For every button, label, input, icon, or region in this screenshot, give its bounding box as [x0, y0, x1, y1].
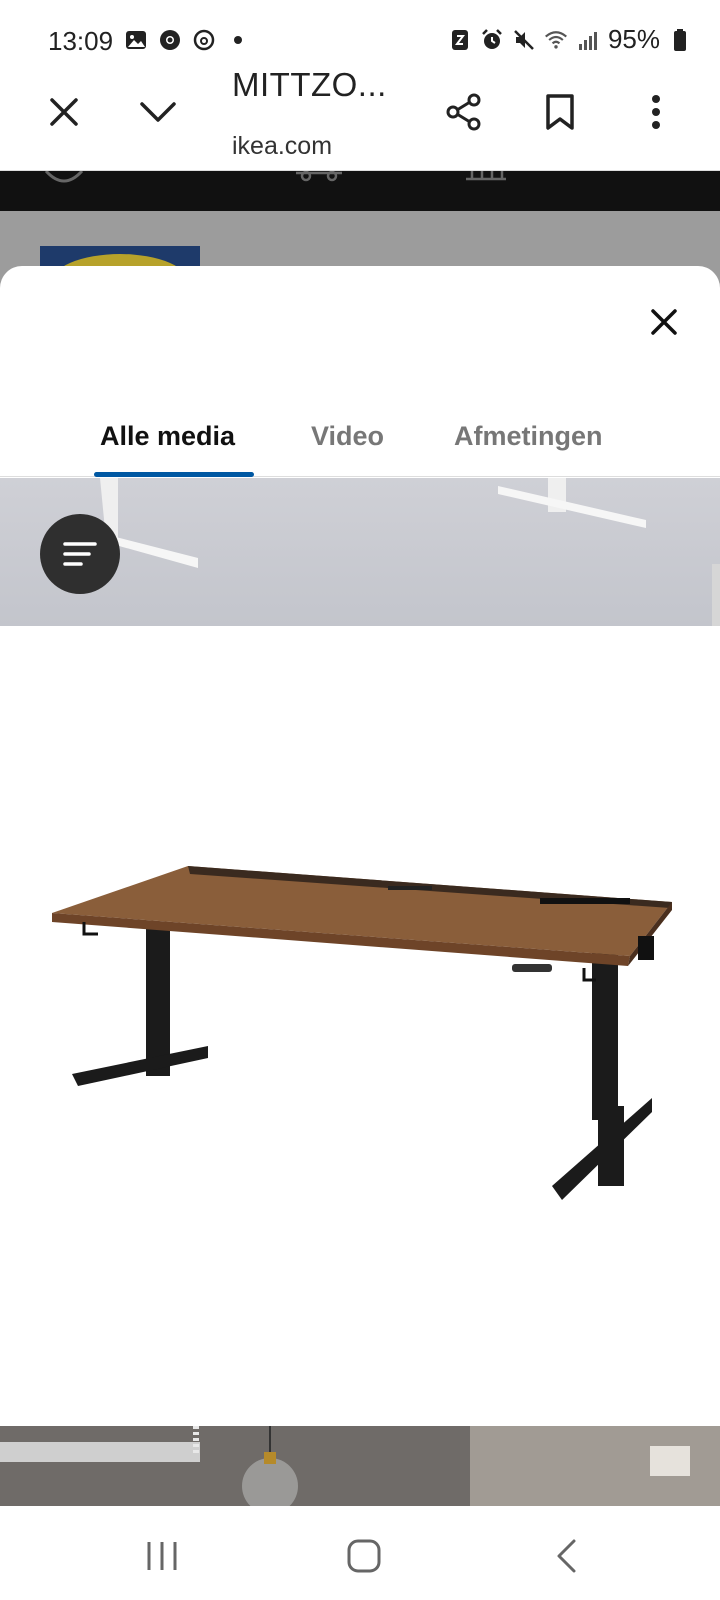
browser-toolbar: MITTZO... ikea.com	[0, 66, 720, 171]
bookmark-icon	[546, 94, 574, 130]
mute-icon	[512, 28, 536, 52]
active-tab-indicator	[94, 472, 254, 477]
system-icons: 95%	[448, 24, 692, 55]
more-vert-icon	[652, 95, 660, 129]
threads-icon	[192, 28, 216, 52]
media-tabs: Alle media Video Afmetingen	[0, 406, 720, 477]
close-gallery-button[interactable]	[636, 294, 692, 350]
system-nav-bar	[0, 1506, 720, 1600]
back-icon	[557, 1539, 576, 1573]
store-icon	[466, 171, 506, 181]
close-icon	[651, 309, 677, 335]
share-button[interactable]	[436, 84, 492, 140]
minimize-button[interactable]	[130, 84, 186, 140]
dot-icon	[226, 28, 250, 52]
battery-icon	[668, 28, 692, 52]
filter-list-icon	[63, 542, 97, 566]
media-image-3[interactable]	[0, 1426, 720, 1506]
recents-icon	[147, 1542, 177, 1570]
share-icon	[446, 93, 481, 131]
battery-percentage: 95%	[607, 24, 660, 54]
close-icon	[50, 98, 78, 126]
nfc-icon	[448, 28, 472, 52]
gallery-icon	[124, 28, 148, 52]
chevron-down-icon	[140, 102, 176, 122]
recents-button[interactable]	[132, 1526, 192, 1586]
status-time: 13:09	[48, 26, 114, 56]
media-image-2[interactable]	[0, 626, 720, 1426]
tab-afmetingen[interactable]: Afmetingen	[454, 406, 603, 466]
page-domain: ikea.com	[232, 132, 333, 160]
filter-button[interactable]	[40, 514, 120, 594]
page-title: MITTZO...	[232, 66, 387, 103]
tab-alle-media[interactable]: Alle media	[100, 406, 235, 466]
home-icon	[347, 1539, 381, 1573]
home-button[interactable]	[334, 1526, 394, 1586]
alarm-icon	[480, 28, 504, 52]
tab-video[interactable]: Video	[311, 406, 384, 466]
chrome-icon	[158, 28, 182, 52]
globe-icon	[44, 171, 84, 183]
media-gallery-sheet: Alle media Video Afmetingen	[0, 266, 720, 1506]
media-image-1[interactable]	[0, 478, 720, 626]
bookmark-button[interactable]	[532, 84, 588, 140]
more-options-button[interactable]	[628, 84, 684, 140]
site-top-bar	[0, 171, 720, 211]
notification-icons	[124, 28, 250, 52]
wifi-icon	[544, 28, 568, 52]
room-scene	[0, 1426, 720, 1506]
back-button[interactable]	[536, 1526, 596, 1586]
truck-icon	[296, 171, 342, 182]
signal-icon	[576, 28, 600, 52]
desk-image	[52, 866, 672, 1200]
close-tab-button[interactable]	[36, 84, 92, 140]
